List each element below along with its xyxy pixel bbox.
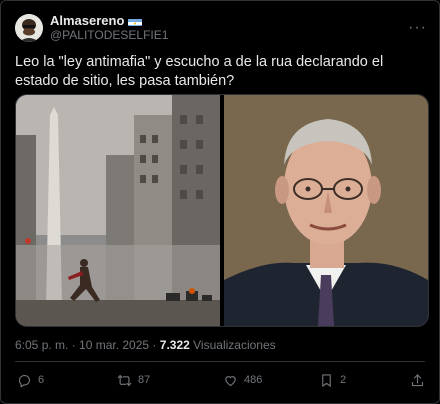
repost-count: 87 — [138, 374, 151, 386]
portrait-photo[interactable] — [224, 95, 428, 326]
avatar[interactable] — [15, 14, 43, 42]
bookmark-count: 2 — [340, 374, 347, 386]
post-timestamp[interactable]: 6:05 p. m. · 10 mar. 2025 — [15, 338, 149, 352]
meta-separator: · — [152, 338, 160, 352]
repost-icon — [117, 374, 132, 386]
post-header: Almasereno @PALITODESELFIE1 ··· — [15, 11, 427, 45]
media-grid — [15, 94, 429, 327]
argentina-flag-icon — [128, 17, 143, 26]
author-names: Almasereno @PALITODESELFIE1 — [50, 14, 168, 43]
author-display-name[interactable]: Almasereno — [50, 14, 124, 28]
reply-count: 6 — [38, 374, 45, 386]
author-display-name-row[interactable]: Almasereno — [50, 14, 168, 28]
repost-button[interactable]: 87 — [117, 373, 205, 388]
post-meta: 6:05 p. m. · 10 mar. 2025 · 7.322 Visual… — [15, 338, 276, 352]
share-button[interactable] — [410, 373, 425, 388]
post-text: Leo la "ley antimafia" y escucho a de la… — [15, 54, 384, 89]
share-icon — [411, 373, 424, 386]
author-handle[interactable]: @PALITODESELFIE1 — [50, 28, 168, 42]
views-label: Visualizaciones — [193, 338, 276, 352]
divider — [15, 361, 425, 362]
action-bar: 6 87 486 2 — [17, 371, 425, 389]
bookmark-icon — [322, 373, 331, 387]
reply-button[interactable]: 6 — [17, 373, 103, 388]
heart-icon — [225, 375, 236, 386]
street-protest-photo[interactable] — [16, 95, 220, 326]
like-button[interactable]: 486 — [223, 373, 319, 388]
bookmark-button[interactable]: 2 — [319, 373, 389, 388]
more-options-icon[interactable]: ··· — [408, 20, 427, 36]
like-count: 486 — [244, 374, 263, 386]
reply-icon — [18, 374, 30, 387]
post-card[interactable]: Almasereno @PALITODESELFIE1 ··· Leo la "… — [0, 0, 440, 404]
views-count: 7.322 — [159, 338, 190, 352]
